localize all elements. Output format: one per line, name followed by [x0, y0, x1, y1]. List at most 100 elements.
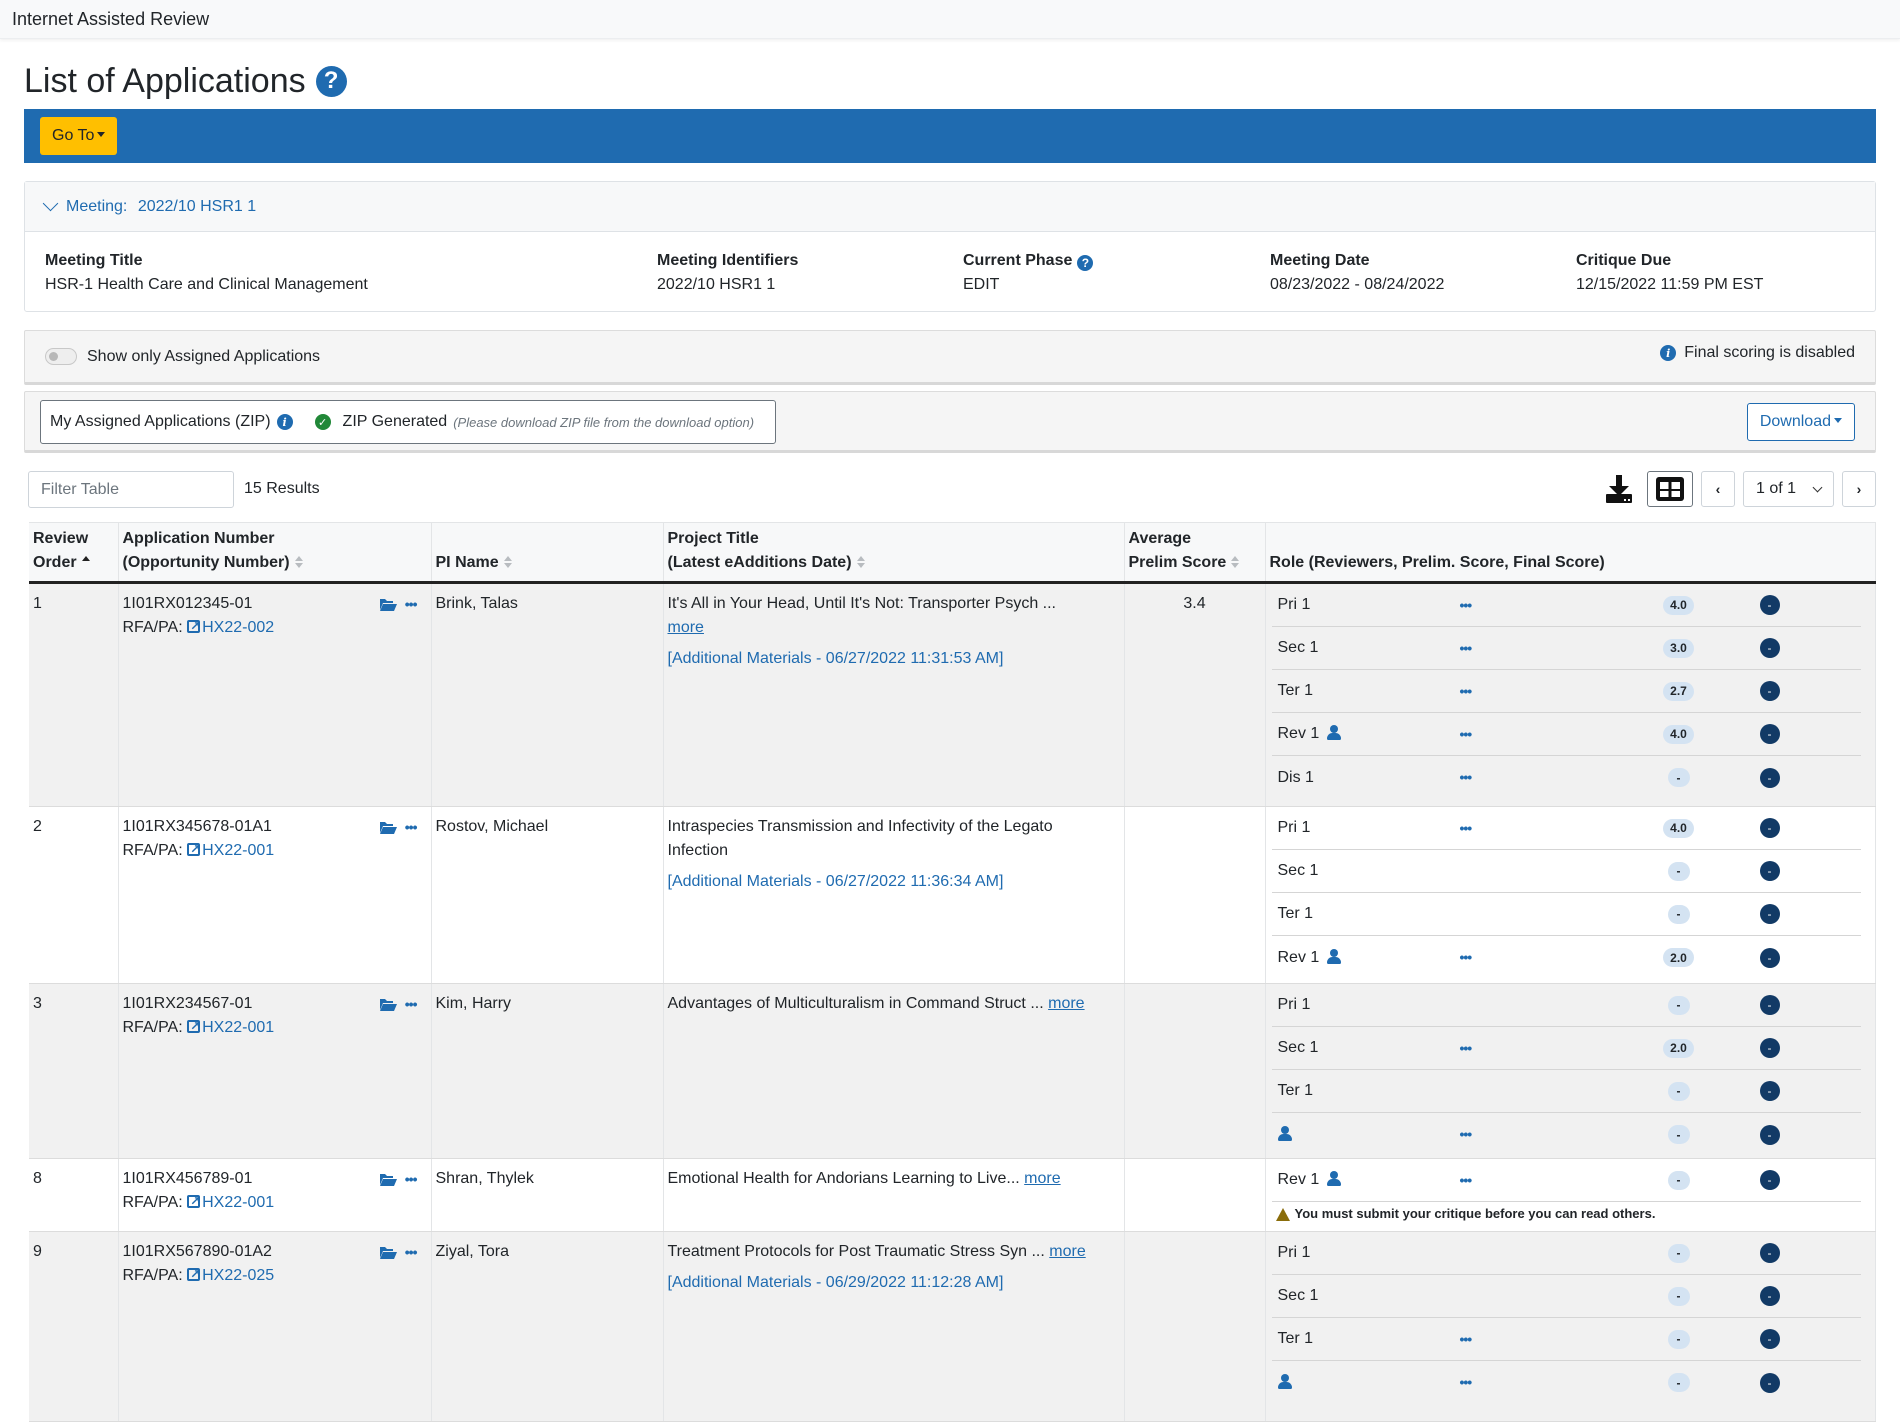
application-number: 1I01RX567890-01A2 — [122, 1243, 272, 1260]
final-score-badge: - — [1759, 1124, 1780, 1145]
project-title-cell: Emotional Health for Andorians Learning … — [663, 1158, 1125, 1232]
prelim-score-badge: 4.0 — [1663, 595, 1694, 615]
external-link-icon — [187, 1014, 200, 1038]
final-score-badge: - — [1759, 1243, 1780, 1263]
average-score-cell — [1124, 806, 1266, 984]
rfa-prefix: RFA/PA: — [122, 1194, 183, 1211]
pi-name-cell: Shran, Thylek — [431, 1158, 664, 1232]
filter-table-input[interactable] — [28, 471, 234, 508]
download-dropdown-button[interactable]: Download — [1746, 403, 1855, 441]
role-cell: Rev 1 — [1278, 1168, 1428, 1192]
final-score-badge: - — [1759, 904, 1780, 924]
application-actions-menu-icon[interactable]: ••• — [405, 1240, 418, 1264]
final-scoring-text: Final scoring is disabled — [1684, 344, 1855, 361]
app-header: Internet Assisted Review — [0, 0, 1900, 39]
assigned-user-icon — [1277, 1373, 1292, 1389]
header-review-order[interactable]: Review Order — [29, 522, 119, 584]
rfa-prefix: RFA/PA: — [122, 619, 183, 636]
header-pi-name[interactable]: PI Name — [431, 522, 664, 584]
roles-cell: Pri 1 - - Sec 1 ••• 2.0 - Ter 1 - - ••• - - — [1265, 983, 1876, 1159]
field-label: Meeting Title — [45, 252, 143, 269]
prelim-score-badge: - — [1667, 995, 1690, 1015]
folder-open-icon[interactable] — [379, 1172, 397, 1186]
folder-open-icon[interactable] — [379, 997, 397, 1011]
final-score-badge: - — [1759, 681, 1780, 701]
meeting-card: Meeting: 2022/10 HSR1 1 Meeting Title HS… — [24, 181, 1876, 312]
meeting-header-value: 2022/10 HSR1 1 — [137, 197, 257, 215]
meeting-identifiers-field: Meeting Identifiers 2022/10 HSR1 1 — [657, 252, 798, 294]
column-layout-button[interactable] — [1647, 471, 1693, 507]
role-cell: Pri 1 — [1278, 993, 1428, 1017]
application-actions-menu-icon[interactable]: ••• — [405, 592, 418, 616]
export-download-icon[interactable] — [1603, 471, 1635, 507]
more-link[interactable]: more — [668, 619, 704, 636]
question-circle-icon[interactable]: ? — [1077, 255, 1094, 271]
application-actions-menu-icon[interactable]: ••• — [405, 815, 418, 839]
table-row: 3 1I01RX234567-01 ••• RFA/PA: HX22-001 Kim, … — [29, 983, 1876, 1159]
final-score-badge: - — [1759, 818, 1780, 838]
review-order-cell: 2 — [29, 806, 119, 984]
role-label: Ter 1 — [1277, 905, 1314, 922]
final-score-badge: - — [1759, 724, 1780, 744]
role-label: Rev 1 — [1277, 948, 1320, 966]
rfa-link[interactable]: HX22-001 — [187, 837, 274, 861]
role-actions-menu-icon[interactable]: ••• — [1460, 1374, 1473, 1390]
role-actions-menu-icon[interactable]: ••• — [1460, 769, 1473, 785]
application-actions-menu-icon[interactable]: ••• — [405, 1167, 418, 1191]
assigned-only-toggle[interactable] — [45, 348, 77, 365]
role-actions-menu-icon[interactable]: ••• — [1460, 683, 1473, 699]
next-page-button[interactable]: › — [1842, 471, 1876, 507]
role-cell — [1277, 1371, 1428, 1395]
project-title: Emotional Health for Andorians Learning … — [667, 1170, 1020, 1187]
application-actions-menu-icon[interactable]: ••• — [405, 992, 418, 1016]
header-application-number[interactable]: Application Number (Opportunity Number) — [118, 522, 432, 584]
additional-materials-link[interactable]: [Additional Materials - 06/29/2022 11:12… — [668, 1271, 1094, 1295]
roles-cell: Pri 1 - - Sec 1 - - Ter 1 ••• - - ••• - - — [1265, 1231, 1876, 1422]
rfa-link[interactable]: HX22-002 — [187, 614, 274, 638]
folder-open-icon[interactable] — [379, 1245, 397, 1259]
info-icon[interactable]: i — [276, 414, 293, 430]
reviewer-role-line: ••• - - — [1272, 1361, 1861, 1404]
rfa-link[interactable]: HX22-001 — [187, 1189, 274, 1213]
folder-open-icon[interactable] — [379, 820, 397, 834]
external-link-icon — [187, 614, 200, 638]
current-phase-field: Current Phase? EDIT — [963, 252, 1094, 294]
role-actions-menu-icon[interactable]: ••• — [1460, 1331, 1473, 1347]
role-cell — [1277, 1123, 1428, 1147]
table-row: 8 1I01RX456789-01 ••• RFA/PA: HX22-001 Shran… — [29, 1158, 1876, 1232]
review-order: 9 — [33, 1243, 42, 1260]
rfa-link[interactable]: HX22-001 — [187, 1014, 274, 1038]
application-cell: 1I01RX456789-01 ••• RFA/PA: HX22-001 — [118, 1158, 432, 1232]
sort-icon — [294, 556, 303, 568]
average-score: 3.4 — [1183, 595, 1206, 612]
previous-page-button[interactable]: ‹ — [1701, 471, 1735, 507]
role-actions-menu-icon[interactable]: ••• — [1460, 949, 1473, 965]
goto-dropdown-button[interactable]: Go To — [40, 117, 118, 155]
question-circle-icon[interactable]: ? — [315, 65, 347, 97]
role-actions-menu-icon[interactable]: ••• — [1460, 726, 1473, 742]
more-link[interactable]: more — [1024, 1170, 1060, 1187]
meeting-collapse-toggle[interactable]: Meeting: 2022/10 HSR1 1 — [25, 182, 1875, 232]
header-project-title[interactable]: Project Title (Latest eAdditions Date) — [663, 522, 1125, 584]
role-actions-menu-icon[interactable]: ••• — [1460, 640, 1473, 656]
page-select[interactable]: 1 of 1 — [1743, 471, 1834, 507]
pi-name-cell: Ziyal, Tora — [431, 1231, 664, 1422]
page-title: List of Applications — [24, 61, 306, 100]
more-link[interactable]: more — [1049, 1243, 1085, 1260]
field-value: 12/15/2022 11:59 PM EST — [1576, 276, 1764, 293]
role-cell: Rev 1 — [1278, 722, 1428, 746]
role-actions-menu-icon[interactable]: ••• — [1460, 1040, 1473, 1056]
role-actions-menu-icon[interactable]: ••• — [1460, 1126, 1473, 1142]
sort-icon — [503, 556, 512, 568]
additional-materials-link[interactable]: [Additional Materials - 06/27/2022 11:31… — [668, 647, 1094, 671]
more-link[interactable]: more — [1048, 995, 1084, 1012]
folder-open-icon[interactable] — [379, 597, 397, 611]
additional-materials-link[interactable]: [Additional Materials - 06/27/2022 11:36… — [668, 870, 1094, 894]
role-actions-menu-icon[interactable]: ••• — [1460, 820, 1473, 836]
header-average-score[interactable]: Average Prelim Score — [1124, 522, 1266, 584]
rfa-link[interactable]: HX22-025 — [187, 1262, 274, 1286]
assigned-user-icon — [1277, 1125, 1292, 1141]
role-actions-menu-icon[interactable]: ••• — [1460, 597, 1473, 613]
role-actions-menu-icon[interactable]: ••• — [1460, 1172, 1473, 1188]
final-score-badge: - — [1759, 1170, 1780, 1190]
